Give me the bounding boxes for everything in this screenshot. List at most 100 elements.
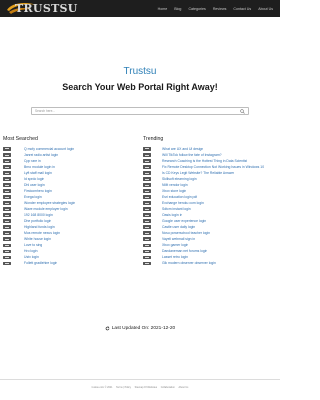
nav-reviews[interactable]: Reviews bbox=[213, 7, 227, 11]
list-item-link[interactable]: Wave module employer login bbox=[24, 207, 68, 211]
list-item-link[interactable]: Follett gradlehire login bbox=[24, 261, 57, 265]
list-badge-icon bbox=[3, 243, 11, 248]
list-badge-icon bbox=[3, 147, 11, 151]
list-item-link[interactable]: Mus remote nexus login bbox=[24, 231, 60, 235]
list-badge-icon bbox=[143, 225, 151, 230]
nav-categories[interactable]: Categories bbox=[188, 7, 205, 11]
list-item-link[interactable]: Brno module login in bbox=[24, 165, 55, 169]
list-badge-icon bbox=[143, 243, 151, 248]
list-item-link[interactable]: Skillsoft elearning login bbox=[162, 177, 197, 181]
list-badge-icon bbox=[143, 219, 151, 223]
footer-terms-link[interactable]: Terms | Policy bbox=[116, 386, 131, 389]
list-badge-icon bbox=[3, 225, 11, 230]
badge-line-icon bbox=[5, 148, 9, 150]
list-item-link[interactable]: Exchange heroku com login bbox=[162, 201, 204, 205]
list-item-link[interactable]: Xbox gamer login bbox=[162, 243, 188, 247]
list-item-link[interactable]: Google user experience login bbox=[162, 219, 206, 223]
list-item-link[interactable]: Castle user daily login bbox=[162, 225, 195, 229]
site-title: Trustsu bbox=[123, 66, 157, 77]
list-item-link[interactable]: 192 168 8000 login bbox=[24, 213, 53, 217]
badge-line-icon bbox=[5, 238, 9, 240]
list-badge-icon bbox=[3, 183, 11, 187]
list-item-link[interactable]: Research Coaching is the Hottest Thing i… bbox=[162, 159, 247, 163]
list-item-link[interactable]: Lyft staff mail login bbox=[24, 171, 52, 175]
nav-blog[interactable]: Blog bbox=[174, 7, 181, 11]
badge-line-icon bbox=[145, 202, 149, 204]
list-badge-icon bbox=[143, 213, 151, 217]
list-item-link[interactable]: Dhe portfolio login bbox=[24, 219, 51, 223]
list-badge-icon bbox=[143, 165, 151, 169]
nav-contact-us[interactable]: Contact Us bbox=[233, 7, 251, 11]
list-item-link[interactable]: Vayeli webmail sign in bbox=[162, 237, 195, 241]
list-badge-icon bbox=[3, 249, 11, 254]
brand-name: TRUSTSU bbox=[15, 2, 78, 15]
list-item-link[interactable]: Wonder employee strategies login bbox=[24, 201, 75, 205]
list-item-link[interactable]: Cpp rare in bbox=[24, 159, 41, 163]
search-icon[interactable] bbox=[240, 109, 245, 115]
list-item-link[interactable]: Highland funds login bbox=[24, 225, 55, 229]
badge-line-icon bbox=[145, 190, 149, 192]
list-item-link[interactable]: Lasset retro login bbox=[162, 255, 188, 259]
list-item-link[interactable]: Xbox store login bbox=[162, 189, 186, 193]
list-item-link[interactable]: Fix Remote Desktop Connection Not Workin… bbox=[162, 165, 264, 169]
footer-collaboration-link[interactable]: Collaboration bbox=[161, 386, 175, 389]
badge-line-icon bbox=[145, 257, 149, 258]
badge-line-icon bbox=[145, 232, 149, 234]
list-item-link[interactable]: White house login bbox=[24, 237, 51, 241]
badge-line-icon bbox=[5, 257, 9, 258]
footer-about-link[interactable]: About Us bbox=[178, 386, 188, 389]
list-item-link[interactable]: Ustx login bbox=[24, 255, 39, 259]
badge-line-icon bbox=[145, 244, 149, 246]
list-badge-icon bbox=[3, 255, 11, 260]
badge-line-icon bbox=[5, 208, 9, 210]
brand-logo[interactable]: TRUSTSU bbox=[3, 0, 78, 17]
list-item-link[interactable]: What are UX and UI design bbox=[162, 147, 203, 151]
badge-line-icon bbox=[5, 160, 9, 162]
list-item[interactable]: Glk modern observer observer login bbox=[143, 260, 267, 266]
nav-home[interactable]: Home bbox=[158, 7, 168, 11]
list-item-link[interactable]: NMt vendor login bbox=[162, 183, 188, 187]
list-item-link[interactable]: Q mofy commercial account login bbox=[24, 147, 74, 151]
hero-subtitle: Search Your Web Portal Right Away! bbox=[62, 82, 218, 92]
search-input[interactable] bbox=[32, 108, 237, 114]
list-badge-icon bbox=[3, 177, 11, 181]
list-badge-icon bbox=[3, 165, 11, 169]
list-item-link[interactable]: Firstcomhero login bbox=[24, 189, 52, 193]
list-badge-icon bbox=[143, 201, 151, 205]
last-updated-text: Last Updated On: 2021-12-20 bbox=[111, 326, 176, 331]
badge-line-icon bbox=[5, 220, 9, 222]
list-badge-icon bbox=[3, 201, 11, 205]
badge-line-icon bbox=[5, 232, 9, 234]
list-item[interactable]: Follett gradlehire login bbox=[3, 260, 127, 266]
list-item-link[interactable]: Dhl user login bbox=[24, 183, 45, 187]
list-item-link[interactable]: Glk modern observer observer login bbox=[162, 261, 216, 265]
footer-sitemap-link[interactable]: Sitemap Of Websites bbox=[135, 386, 157, 389]
nav-about-us[interactable]: About Us bbox=[258, 7, 273, 11]
list-badge-icon bbox=[143, 183, 151, 187]
badge-line-icon bbox=[5, 190, 9, 192]
badge-line-icon bbox=[145, 220, 149, 222]
list-item-link[interactable]: Sdtcm instant login bbox=[162, 207, 191, 211]
list-item-link[interactable]: Will TikTok follow the fate of Instagram… bbox=[162, 153, 222, 157]
list-item-link[interactable]: Esri education login pdf bbox=[162, 195, 197, 199]
list-badge-icon bbox=[143, 159, 151, 163]
list-item-link[interactable]: Oasis login in bbox=[162, 213, 182, 217]
list-badge-icon bbox=[3, 189, 11, 193]
list-badge-icon bbox=[143, 153, 151, 157]
last-updated: Last Updated On: 2021-12-20 bbox=[0, 326, 280, 331]
list-item-link[interactable]: Love to sing bbox=[24, 243, 42, 247]
list-item-link[interactable]: Evega login bbox=[24, 195, 42, 199]
badge-line-icon bbox=[5, 202, 9, 204]
list-item-link[interactable]: Is CD Keys Legit Website? The Reliable A… bbox=[162, 171, 234, 175]
badge-line-icon bbox=[5, 178, 9, 180]
list-item-link[interactable]: Janrei radio artist login bbox=[24, 153, 58, 157]
list-item-link[interactable]: Hro login bbox=[24, 249, 38, 253]
trending-list: What are UX and UI design Will TikTok fol… bbox=[143, 146, 267, 267]
list-item-link[interactable]: Id sprdo login bbox=[24, 177, 44, 181]
list-item-link[interactable]: Ncsu powerschool teacher login bbox=[162, 231, 210, 235]
list-badge-icon bbox=[143, 249, 151, 254]
footer-copyright: trustsu.com © 2021 bbox=[91, 386, 113, 389]
list-badge-icon bbox=[143, 207, 151, 211]
list-item-link[interactable]: Dandaneman net forums login bbox=[162, 249, 207, 253]
list-badge-icon bbox=[3, 231, 11, 236]
